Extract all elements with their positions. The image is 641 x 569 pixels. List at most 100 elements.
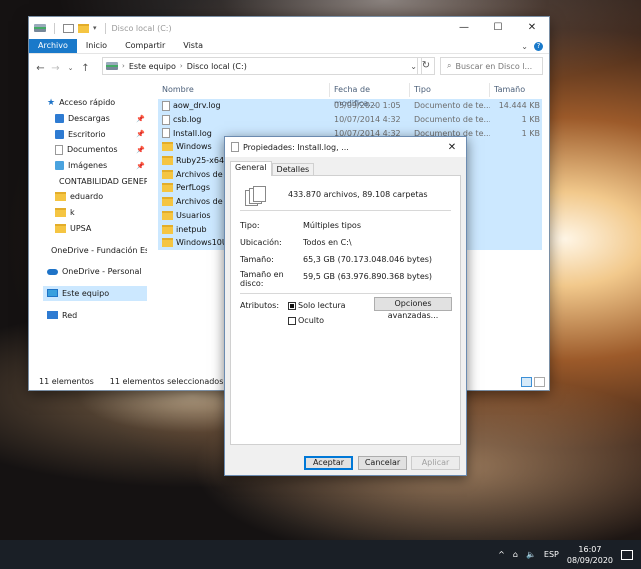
sidebar-item-escritorio[interactable]: Escritorio 📌: [43, 126, 147, 142]
customize-toolbar-icon[interactable]: ▾: [93, 24, 97, 32]
advanced-options-button[interactable]: Opciones avanzadas...: [374, 297, 452, 320]
sidebar-item-red[interactable]: Red: [43, 307, 147, 323]
this-pc-icon: [106, 62, 118, 70]
forward-arrow-icon[interactable]: →: [48, 63, 63, 74]
hidden-label: Oculto: [298, 316, 325, 325]
item-count: 11 elementos: [39, 377, 94, 386]
general-panel: 433.870 archivos, 89.108 carpetas Tipo: …: [230, 175, 461, 445]
sidebar-item-k[interactable]: k: [43, 205, 147, 221]
folder-icon: [162, 169, 173, 179]
column-header-fecha[interactable]: Fecha de modifica...: [330, 83, 410, 108]
input-language[interactable]: ESP: [544, 550, 559, 559]
text-file-icon: [162, 100, 170, 111]
column-header-nombre[interactable]: Nombre: [158, 83, 330, 97]
details-view-icon[interactable]: [521, 377, 532, 387]
tab-compartir[interactable]: Compartir: [116, 39, 174, 53]
selection-count: 11 elementos seleccionados: [109, 377, 224, 386]
volume-icon[interactable]: 🔈: [526, 550, 536, 559]
address-bar[interactable]: › Este equipo › Disco local (C:) ⌄: [102, 57, 422, 75]
sidebar-item-descargas[interactable]: Descargas 📌: [43, 111, 147, 127]
type-value: Múltiples tipos: [303, 221, 361, 230]
pin-icon: 📌: [136, 145, 145, 154]
maximize-button[interactable]: ☐: [481, 17, 515, 39]
sidebar-item-documentos[interactable]: Documentos 📌: [43, 142, 147, 158]
hidden-checkbox[interactable]: Oculto: [288, 316, 324, 325]
files-summary: 433.870 archivos, 89.108 carpetas: [288, 190, 428, 199]
apply-button[interactable]: Aplicar: [411, 456, 460, 470]
sidebar-item-label: eduardo: [70, 192, 104, 202]
chevron-right-icon[interactable]: ›: [122, 62, 125, 70]
notifications-icon[interactable]: [621, 549, 633, 560]
sidebar-item-label: Imágenes: [68, 161, 108, 171]
readonly-checkbox[interactable]: Solo lectura: [288, 301, 346, 310]
sidebar-item-imagenes[interactable]: Imágenes 📌: [43, 158, 147, 174]
document-icon: [231, 142, 239, 152]
tab-general[interactable]: General: [230, 161, 272, 176]
window-controls: — ☐ ✕: [447, 17, 549, 39]
cell-size: 1 KB: [521, 128, 540, 138]
pictures-icon: [55, 161, 64, 171]
sidebar-item-upsa[interactable]: UPSA: [43, 221, 147, 237]
search-input[interactable]: ⌕ Buscar en Disco l...: [440, 57, 543, 75]
text-file-icon: [162, 128, 170, 139]
sidebar-item-label: OneDrive - Personal: [62, 267, 142, 277]
readonly-label: Solo lectura: [298, 301, 346, 310]
attributes-label: Atributos:: [240, 301, 280, 310]
tab-archivo[interactable]: Archivo: [29, 39, 77, 53]
sidebar-item-onedrive-personal[interactable]: OneDrive - Personal: [43, 264, 147, 280]
text-file-icon: [162, 114, 170, 125]
window-title: Disco local (C:): [111, 23, 172, 33]
cancel-button[interactable]: Cancelar: [358, 456, 407, 470]
back-arrow-icon[interactable]: ←: [33, 63, 48, 74]
status-bar: 11 elementos 11 elementos seleccionados: [39, 377, 223, 386]
table-row[interactable]: csb.log 10/07/2014 4:32 Documento de te...…: [158, 112, 542, 127]
large-icons-view-icon[interactable]: [534, 377, 545, 387]
new-folder-icon[interactable]: [78, 23, 89, 33]
help-icon[interactable]: ?: [534, 41, 543, 51]
folder-icon: [162, 183, 173, 193]
tab-vista[interactable]: Vista: [174, 39, 212, 53]
cell-size: 1 KB: [521, 115, 540, 125]
refresh-button[interactable]: ↻: [417, 57, 435, 75]
up-arrow-icon[interactable]: ↑: [78, 63, 93, 74]
chevron-down-icon[interactable]: ⌄: [410, 62, 417, 71]
quick-access-toolbar: ▾: [34, 22, 110, 34]
documents-icon: [55, 144, 63, 155]
close-button[interactable]: ✕: [515, 17, 549, 39]
sidebar-item-contabilidad[interactable]: CONTABILIDAD GENER: [43, 173, 147, 189]
sidebar-item-onedrive-fundacion[interactable]: OneDrive - Fundación Es: [43, 242, 147, 258]
recent-locations-icon[interactable]: ⌄: [63, 64, 78, 72]
minimize-button[interactable]: —: [447, 17, 481, 39]
chevron-right-icon[interactable]: ›: [180, 62, 183, 70]
properties-icon[interactable]: [63, 23, 74, 33]
taskbar: ^ ⌂ 🔈 ESP 16:07 08/09/2020: [0, 540, 641, 569]
expand-ribbon-icon[interactable]: ⌄: [521, 42, 528, 51]
divider: [240, 210, 451, 211]
divider: [54, 22, 55, 34]
sidebar-item-este-equipo[interactable]: Este equipo: [43, 285, 147, 302]
close-icon[interactable]: ✕: [438, 142, 466, 153]
sidebar-item-label: Este equipo: [62, 288, 110, 298]
sidebar-item-acceso-rapido[interactable]: ★ Acceso rápido: [43, 95, 147, 111]
search-icon: ⌕: [447, 61, 452, 70]
multiple-files-icon: [245, 186, 267, 206]
network-icon: [47, 311, 58, 320]
network-tray-icon[interactable]: ⌂: [513, 550, 518, 559]
cell-date: 10/07/2014 4:32: [334, 115, 401, 125]
column-header-tipo[interactable]: Tipo: [410, 83, 490, 97]
column-header-tamano[interactable]: Tamaño: [490, 83, 542, 97]
file-name: csb.log: [173, 115, 202, 125]
sidebar-item-label: Escritorio: [68, 129, 106, 139]
show-hidden-icons-icon[interactable]: ^: [498, 550, 505, 559]
folder-icon: [162, 197, 173, 207]
breadcrumb-disco-local[interactable]: Disco local (C:): [187, 62, 247, 71]
clock[interactable]: 16:07 08/09/2020: [567, 544, 613, 566]
this-pc-icon: [47, 289, 58, 298]
sidebar-item-label: UPSA: [70, 223, 92, 233]
divider: [104, 22, 106, 34]
sidebar-item-eduardo[interactable]: eduardo: [43, 189, 147, 205]
ok-button[interactable]: Aceptar: [304, 456, 353, 470]
tab-inicio[interactable]: Inicio: [77, 39, 116, 53]
breadcrumb-este-equipo[interactable]: Este equipo: [129, 62, 176, 71]
folder-icon: [162, 210, 173, 220]
